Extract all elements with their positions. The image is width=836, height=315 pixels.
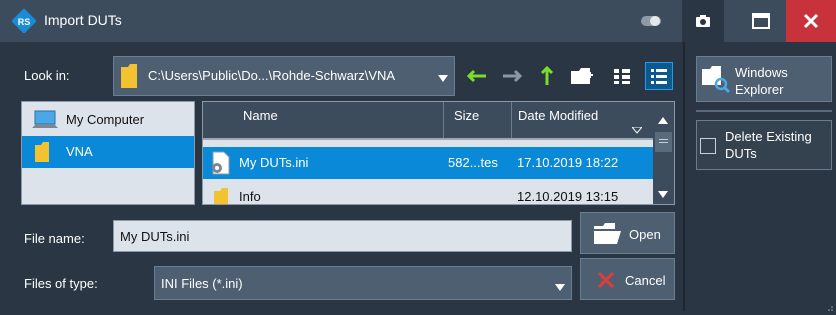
place-my-computer[interactable]: My Computer [22, 104, 194, 136]
windows-explorer-label-2: Explorer [735, 82, 784, 97]
forward-arrow-icon[interactable] [500, 64, 524, 88]
explorer-search-icon [701, 65, 731, 96]
look-in-label: Look in: [24, 68, 70, 83]
divider [696, 110, 832, 112]
details-view-icon[interactable] [645, 62, 673, 90]
maximize-icon[interactable] [740, 0, 782, 42]
delete-existing-duts-toggle[interactable]: Delete Existing DUTs [696, 120, 832, 170]
open-folder-icon [593, 223, 623, 248]
place-label: VNA [66, 144, 93, 159]
new-folder-icon[interactable] [570, 64, 594, 88]
svg-text:RS: RS [18, 17, 31, 27]
folder-icon [213, 187, 229, 204]
window-title: Import DUTs [44, 12, 122, 28]
file-date: 17.10.2019 18:22 [517, 155, 619, 170]
file-name-label: File name: [24, 231, 85, 246]
scroll-up-icon[interactable] [658, 112, 668, 127]
file-list-scrollbar[interactable] [653, 102, 674, 204]
folder-icon [34, 141, 50, 166]
windows-explorer-label-1: Windows [735, 65, 788, 80]
list-view-icon[interactable] [610, 64, 634, 88]
up-arrow-icon[interactable] [535, 64, 559, 88]
resize-grip-icon[interactable] [824, 300, 834, 311]
cancel-x-icon [597, 271, 615, 292]
close-icon[interactable] [786, 0, 836, 42]
file-row[interactable]: Info 12.10.2019 13:15 [203, 181, 653, 204]
file-name: My DUTs.ini [239, 155, 309, 170]
file-name: Info [239, 189, 261, 204]
folder-icon [120, 63, 138, 92]
look-in-combobox[interactable]: C:\Users\Public\Do...\Rohde-Schwarz\VNA [113, 56, 455, 96]
import-duts-dialog: RS Import DUTs Look in: C:\Users\Public\… [0, 0, 836, 311]
column-header-name[interactable]: Name [203, 102, 444, 138]
open-button[interactable]: Open [580, 212, 675, 254]
computer-icon [32, 110, 58, 133]
delete-existing-label-2: DUTs [725, 146, 757, 161]
title-bar: RS Import DUTs [0, 0, 836, 42]
camera-icon[interactable] [682, 0, 724, 42]
file-date: 12.10.2019 13:15 [517, 189, 619, 204]
file-list-header: Name Size Date Modified [203, 102, 653, 138]
delete-existing-label-1: Delete Existing [725, 129, 812, 144]
places-panel: My Computer VNA [21, 101, 195, 205]
column-header-size[interactable]: Size [444, 102, 512, 138]
look-in-path: C:\Users\Public\Do...\Rohde-Schwarz\VNA [148, 68, 396, 83]
place-vna[interactable]: VNA [22, 136, 194, 168]
files-of-type-combobox[interactable]: INI Files (*.ini) [154, 266, 572, 300]
place-label: My Computer [66, 112, 145, 127]
chevron-down-icon [438, 71, 448, 86]
cancel-button[interactable]: Cancel [580, 258, 675, 300]
windows-explorer-button[interactable]: Windows Explorer [696, 56, 832, 102]
toggle-icon[interactable] [633, 0, 669, 42]
file-size: 582...tes [448, 155, 498, 170]
ini-file-icon [209, 151, 231, 178]
open-button-label: Open [629, 227, 661, 242]
back-arrow-icon[interactable] [465, 64, 489, 88]
delete-existing-checkbox[interactable] [700, 138, 716, 154]
files-of-type-label: Files of type: [24, 276, 98, 291]
scroll-thumb[interactable] [655, 132, 672, 152]
chevron-down-icon [555, 280, 565, 295]
file-row[interactable]: My DUTs.ini 582...tes 17.10.2019 18:22 [203, 147, 653, 179]
panel-separator [683, 42, 685, 311]
file-name-input[interactable]: My DUTs.ini [113, 220, 572, 252]
column-header-date-modified[interactable]: Date Modified [512, 102, 653, 138]
scroll-down-icon[interactable] [658, 186, 668, 201]
file-list: Name Size Date Modified My DUTs.ini 582.… [202, 101, 675, 205]
rohde-schwarz-logo-icon: RS [11, 8, 37, 34]
cancel-button-label: Cancel [625, 273, 666, 288]
sort-descending-icon [630, 122, 644, 137]
